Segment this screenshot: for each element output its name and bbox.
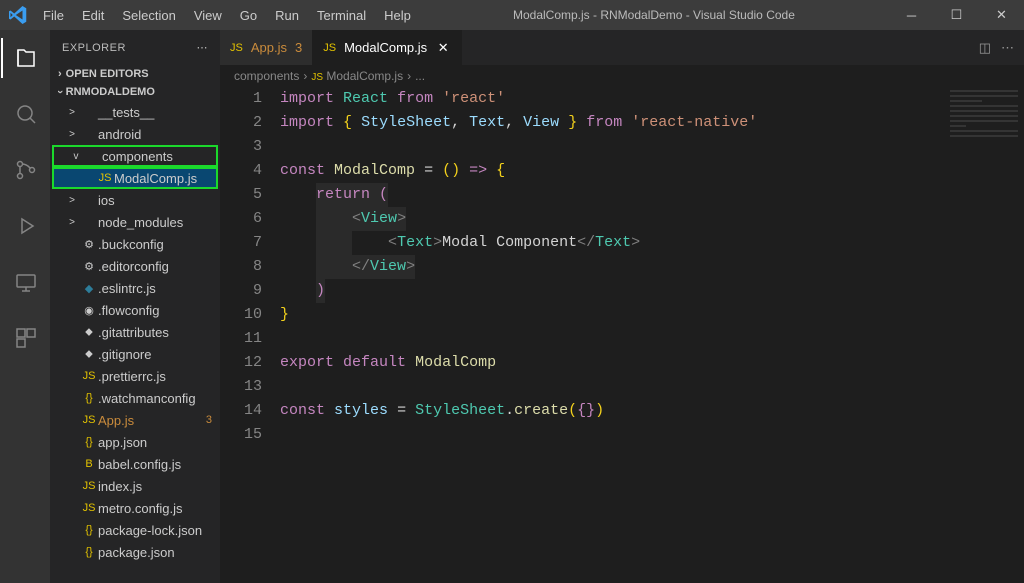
tree-item--prettierrc-js[interactable]: JS.prettierrc.js <box>50 365 220 387</box>
split-editor-icon[interactable]: ◫ <box>979 40 991 56</box>
tree-item--watchmanconfig[interactable]: {}.watchmanconfig <box>50 387 220 409</box>
maximize-button[interactable]: ☐ <box>934 0 979 30</box>
menu-bar: FileEditSelectionViewGoRunTerminalHelp <box>35 4 419 27</box>
tree-item-node-modules[interactable]: >node_modules <box>50 211 220 233</box>
tree-item-index-js[interactable]: JSindex.js <box>50 475 220 497</box>
minimize-button[interactable]: ─ <box>889 0 934 30</box>
window-title: ModalComp.js - RNModalDemo - Visual Stud… <box>419 8 889 22</box>
tree-item--gitignore[interactable]: ⬥.gitignore <box>50 343 220 365</box>
tree-item-metro-config-js[interactable]: JSmetro.config.js <box>50 497 220 519</box>
project-section[interactable]: ›RNMODALDEMO <box>50 83 220 101</box>
tree-item-package-lock-json[interactable]: {}package-lock.json <box>50 519 220 541</box>
tree-item--buckconfig[interactable]: ⚙.buckconfig <box>50 233 220 255</box>
vscode-logo <box>0 6 35 24</box>
line-numbers: 123456789101112131415 <box>220 87 280 583</box>
tree-item-babel-config-js[interactable]: Bbabel.config.js <box>50 453 220 475</box>
open-editors-section[interactable]: ›OPEN EDITORS <box>50 65 220 83</box>
tree-item--gitattributes[interactable]: ⬥.gitattributes <box>50 321 220 343</box>
close-tab-icon[interactable]: ✕ <box>435 40 451 56</box>
source-control-icon[interactable] <box>1 150 49 190</box>
code-editor[interactable]: 123456789101112131415 import React from … <box>220 87 1024 583</box>
tab-modalcomp-js[interactable]: JSModalComp.js✕ <box>313 30 462 65</box>
tree-item---tests--[interactable]: >__tests__ <box>50 101 220 123</box>
menu-terminal[interactable]: Terminal <box>309 4 374 27</box>
close-button[interactable]: ✕ <box>979 0 1024 30</box>
menu-file[interactable]: File <box>35 4 72 27</box>
tree-item-modalcomp-js[interactable]: JSModalComp.js <box>52 167 218 189</box>
code-content[interactable]: import React from 'react'import { StyleS… <box>280 87 1024 583</box>
explorer-icon[interactable] <box>1 38 49 78</box>
menu-selection[interactable]: Selection <box>114 4 183 27</box>
more-icon[interactable]: ⋯ <box>197 41 209 54</box>
tree-item-android[interactable]: >android <box>50 123 220 145</box>
explorer-title: EXPLORER <box>62 42 126 54</box>
breadcrumb[interactable]: components›JS ModalComp.js›... <box>220 65 1024 87</box>
tree-item-ios[interactable]: >ios <box>50 189 220 211</box>
menu-edit[interactable]: Edit <box>74 4 112 27</box>
editor-group: JSApp.js3JSModalComp.js✕ ◫ ⋯ components›… <box>220 30 1024 583</box>
search-icon[interactable] <box>1 94 49 134</box>
extensions-icon[interactable] <box>1 318 49 358</box>
tree-item--eslintrc-js[interactable]: ◆.eslintrc.js <box>50 277 220 299</box>
tab-bar: JSApp.js3JSModalComp.js✕ ◫ ⋯ <box>220 30 1024 65</box>
file-tree: >__tests__>androidvcomponentsJSModalComp… <box>50 101 220 583</box>
menu-go[interactable]: Go <box>232 4 265 27</box>
tab-app-js[interactable]: JSApp.js3 <box>220 30 313 65</box>
menu-view[interactable]: View <box>186 4 230 27</box>
debug-icon[interactable] <box>1 206 49 246</box>
tree-item--editorconfig[interactable]: ⚙.editorconfig <box>50 255 220 277</box>
menu-help[interactable]: Help <box>376 4 419 27</box>
tree-item-package-json[interactable]: {}package.json <box>50 541 220 563</box>
tree-item-app-json[interactable]: {}app.json <box>50 431 220 453</box>
minimap[interactable] <box>944 87 1024 187</box>
tree-item-app-js[interactable]: JSApp.js3 <box>50 409 220 431</box>
sidebar: EXPLORER ⋯ ›OPEN EDITORS ›RNMODALDEMO >_… <box>50 30 220 583</box>
tree-item--flowconfig[interactable]: ◉.flowconfig <box>50 299 220 321</box>
more-actions-icon[interactable]: ⋯ <box>1001 40 1014 56</box>
remote-icon[interactable] <box>1 262 49 302</box>
tree-item-components[interactable]: vcomponents <box>52 145 218 167</box>
activity-bar <box>0 30 50 583</box>
menu-run[interactable]: Run <box>267 4 307 27</box>
